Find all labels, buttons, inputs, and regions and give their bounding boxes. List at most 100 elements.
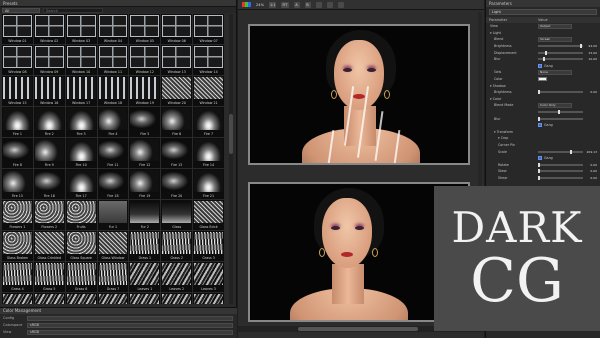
preset-thumbnail[interactable]: Fire 19 [129,169,161,199]
gang-checkbox[interactable] [538,63,542,68]
parameter-slider[interactable] [538,110,583,115]
slider-handle[interactable] [542,57,545,62]
effect-select-dropdown[interactable]: Light [489,9,597,15]
parameter-number-field[interactable]: 15.00 [585,51,597,55]
preset-thumbnail[interactable]: Grass 1 [129,231,161,261]
preset-thumbnail[interactable]: Grass 6 [65,262,97,292]
zoom-fit-button[interactable]: FIT [281,1,289,8]
preset-thumbnail[interactable]: Window 16 [33,76,65,106]
preset-thumbnail[interactable]: Fire 12 [129,138,161,168]
parameter-dropdown[interactable]: Output [538,24,572,29]
preset-thumbnail[interactable]: Grass 5 [33,262,65,292]
preset-thumbnail[interactable]: Window 06 [161,14,193,44]
overlay-icon[interactable] [337,1,344,8]
parameter-dropdown[interactable]: Color Only [538,103,572,108]
preset-thumbnail[interactable]: Window 14 [193,45,224,75]
preset-thumbnail[interactable]: Fire 7 [193,107,224,137]
preset-thumbnail[interactable]: Grass 2 [161,231,193,261]
preset-thumbnail[interactable]: Fire 9 [33,138,65,168]
preset-thumbnail[interactable]: Fire 10 [65,138,97,168]
preset-thumbnail[interactable]: Leaves 4 [2,293,33,304]
preset-thumbnail[interactable]: Fire 4 [97,107,129,137]
preset-thumbnail[interactable]: Glass Crinkled [33,231,65,261]
preset-thumbnail[interactable]: Leaves 6 [65,293,97,304]
cm-config-dropdown[interactable] [27,315,233,321]
parameter-slider[interactable] [538,90,583,95]
preset-thumbnail[interactable]: Flowers 2 [33,200,65,230]
zoom-level[interactable]: 24% [256,3,264,7]
preset-thumbnail[interactable]: Fire 21 [193,169,224,199]
slider-handle[interactable] [538,169,540,174]
parameter-name[interactable]: ▾ Transform [486,130,538,134]
preset-thumbnail[interactable]: Fire 1 [2,107,33,137]
gang-checkbox[interactable] [538,156,542,161]
gang-checkbox[interactable] [538,123,542,128]
preset-thumbnail[interactable]: Window 07 [193,14,224,44]
preset-thumbnail[interactable]: Leaves 8 [129,293,161,304]
preset-thumbnail[interactable]: Leaves 3 [193,262,224,292]
parameter-slider[interactable] [538,116,583,121]
preset-thumbnail[interactable]: Fire 14 [193,138,224,168]
slider-handle[interactable] [558,110,561,115]
slider-handle[interactable] [538,162,540,167]
preset-thumbnail[interactable]: Fire 15 [2,169,33,199]
preset-thumbnail[interactable]: Fire 8 [2,138,33,168]
preset-thumbnail[interactable]: Glass Brick [193,200,224,230]
rgb-channels-icon[interactable] [242,2,251,7]
preset-thumbnail[interactable]: Window 12 [129,45,161,75]
preset-thumbnail[interactable]: Window 13 [161,45,193,75]
preset-thumbnail[interactable]: Window 01 [2,14,33,44]
preset-thumbnail[interactable]: Fur 2 [129,200,161,230]
preset-thumbnail[interactable]: Glass Window [97,231,129,261]
parameter-slider[interactable] [538,50,583,55]
preset-thumbnail[interactable]: Fire 20 [161,169,193,199]
preset-thumbnail[interactable]: Fire 6 [161,107,193,137]
parameter-name[interactable]: ▾ Crop [486,136,538,140]
preset-thumbnail[interactable]: Glass Broken [2,231,33,261]
preset-thumbnail[interactable]: Leaves 9 [161,293,193,304]
preset-thumbnail[interactable]: Fire 5 [129,107,161,137]
preset-thumbnail[interactable]: Grass 7 [97,262,129,292]
parameter-number-field[interactable]: 209.13 [585,150,598,154]
parameter-name[interactable]: ▾ Shadow [486,84,538,88]
settings-icon[interactable] [326,1,333,8]
preset-thumbnail[interactable]: Window 18 [97,76,129,106]
parameter-dropdown[interactable]: None [538,70,572,75]
parameter-number-field[interactable]: 10.00 [585,57,597,61]
preset-thumbnail[interactable]: Window 19 [129,76,161,106]
preset-thumbnail[interactable]: Leaves 10 [193,293,224,304]
parameter-number-field[interactable]: 0.00 [585,169,597,173]
parameter-number-field[interactable]: 0.00 [585,90,597,94]
preset-thumbnail[interactable]: Window 09 [33,45,65,75]
color-swatch[interactable] [538,77,547,82]
preset-thumbnail[interactable]: Fire 3 [65,107,97,137]
preset-thumbnail[interactable]: Fire 2 [33,107,65,137]
preset-thumbnail[interactable]: Fire 17 [65,169,97,199]
parameter-slider[interactable] [538,162,583,167]
canvas-scrollbar-thumb[interactable] [298,327,418,331]
preset-thumbnail[interactable]: Fire 13 [161,138,193,168]
slider-handle[interactable] [538,175,540,180]
preset-thumbnail[interactable]: Fire 18 [97,169,129,199]
preset-thumbnail[interactable]: Flowers 1 [2,200,33,230]
parameter-slider[interactable] [538,169,583,174]
parameter-name[interactable]: ▾ Light [486,31,538,35]
view-b-button[interactable]: B [304,1,311,8]
preset-thumbnail[interactable]: Window 02 [33,14,65,44]
cm-view-dropdown[interactable]: sRGB [27,329,233,335]
preset-thumbnail[interactable]: Leaves 2 [161,262,193,292]
view-a-button[interactable]: A [293,1,300,8]
preset-thumbnail[interactable]: Window 03 [65,14,97,44]
presets-search-input[interactable]: Search [43,7,103,13]
preset-thumbnail[interactable]: Fur 1 [97,200,129,230]
parameter-number-field[interactable]: 94.00 [585,44,597,48]
parameter-number-field[interactable]: 0.00 [585,163,597,167]
preset-thumbnail[interactable]: Window 04 [97,14,129,44]
preset-thumbnail[interactable]: Fire 16 [33,169,65,199]
preset-thumbnail[interactable]: Fire 11 [97,138,129,168]
slider-handle[interactable] [569,149,572,154]
preset-thumbnail[interactable]: Fruits [65,200,97,230]
presets-category-dropdown[interactable]: All [2,7,40,13]
zoom-1to1-button[interactable]: 1:1 [269,1,277,8]
slider-handle[interactable] [544,50,547,55]
